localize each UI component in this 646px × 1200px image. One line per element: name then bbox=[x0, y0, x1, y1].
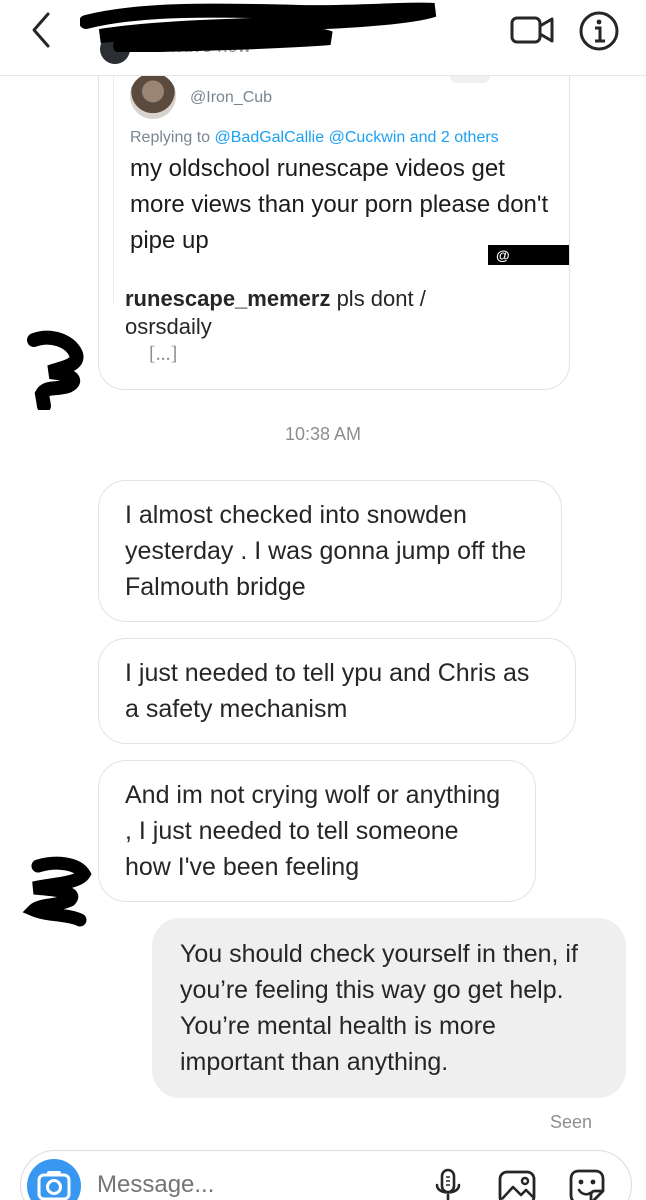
shared-post-bubble[interactable]: Anna @Iron_Cub Replying to @BadGalCallie… bbox=[98, 40, 570, 390]
microphone-icon[interactable] bbox=[433, 1167, 463, 1200]
tweet-reply-line: Replying to @BadGalCallie @Cuckwin and 2… bbox=[130, 129, 499, 146]
redaction-scribble bbox=[27, 330, 84, 410]
camera-icon bbox=[37, 1171, 71, 1200]
tweet-mentions: @BadGalCallie @Cuckwin and 2 others bbox=[214, 129, 499, 146]
message-timestamp: 10:38 AM bbox=[284, 424, 362, 444]
chevron-left-icon[interactable] bbox=[26, 10, 60, 50]
tweet-text: my oldschool runescape videos get more v… bbox=[130, 155, 549, 254]
chat-header: Active now bbox=[0, 0, 646, 76]
redaction-scribble bbox=[22, 856, 92, 927]
info-icon[interactable] bbox=[578, 10, 620, 52]
video-camera-icon[interactable] bbox=[509, 12, 555, 48]
seen-receipt: Seen bbox=[550, 1112, 593, 1132]
redaction-scribble bbox=[80, 2, 437, 52]
sticker-icon[interactable] bbox=[565, 1165, 609, 1200]
incoming-message[interactable]: I almost checked into snowden yesterday … bbox=[98, 480, 562, 622]
more-text[interactable]: [...] bbox=[149, 343, 177, 366]
outgoing-message[interactable]: You should check yourself in then, if yo… bbox=[152, 918, 626, 1098]
incoming-message[interactable]: And im not crying wolf or anything , I j… bbox=[98, 760, 536, 902]
message-input[interactable] bbox=[97, 1171, 397, 1199]
message-composer bbox=[20, 1150, 632, 1200]
shared-post-caption: runescape_memerz pls dont / osrsdaily bbox=[125, 286, 426, 339]
watermark: @ osrsdaily bbox=[488, 245, 569, 283]
incoming-message[interactable]: I just needed to tell ypu and Chris as a… bbox=[98, 638, 576, 744]
tweet-avatar bbox=[130, 73, 176, 119]
image-gallery-icon[interactable] bbox=[497, 1167, 539, 1200]
tweet-screenshot: Anna @Iron_Cub Replying to @BadGalCallie… bbox=[113, 41, 569, 303]
tweet-handle: @Iron_Cub bbox=[190, 89, 273, 106]
caption-username: runescape_memerz bbox=[125, 286, 331, 311]
camera-button[interactable] bbox=[27, 1159, 81, 1200]
